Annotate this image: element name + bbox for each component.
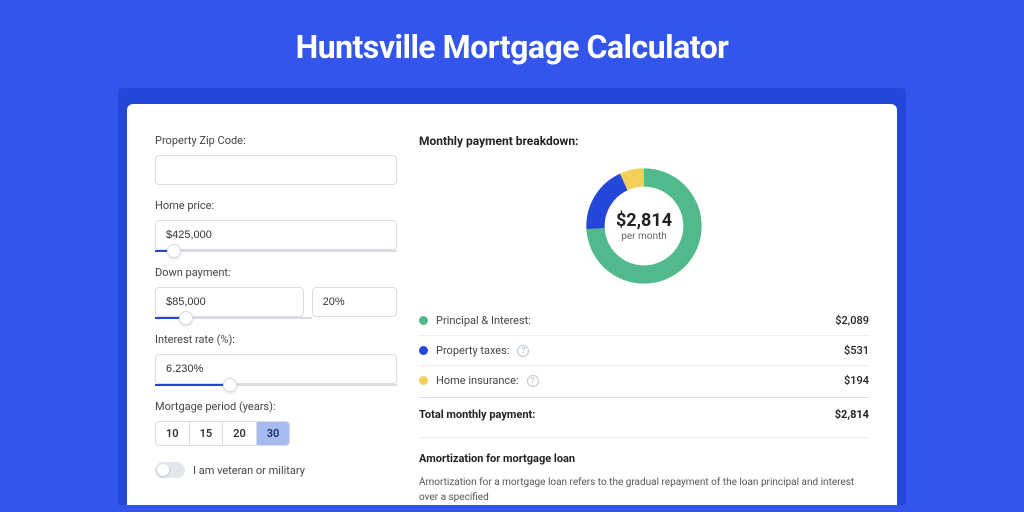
home-price-group: Home price: — [155, 199, 397, 252]
total-label: Total monthly payment: — [419, 408, 535, 421]
period-tab-10[interactable]: 10 — [156, 422, 190, 445]
total-value: $2,814 — [835, 408, 869, 421]
veteran-label: I am veteran or military — [193, 464, 305, 477]
legend-left: Property taxes:? — [419, 344, 529, 357]
legend-row: Principal & Interest: $2,089 — [419, 306, 869, 336]
calculator-card: Property Zip Code: Home price: Down paym… — [127, 104, 897, 505]
down-payment-pct-input[interactable] — [312, 287, 397, 317]
legend-value: $194 — [844, 374, 869, 387]
donut-sub: per month — [621, 231, 667, 242]
home-price-slider[interactable] — [155, 250, 397, 252]
interest-rate-slider[interactable] — [155, 384, 397, 386]
legend-label: Principal & Interest: — [436, 314, 531, 327]
down-payment-slider-thumb[interactable] — [179, 311, 193, 325]
down-payment-label: Down payment: — [155, 266, 397, 279]
legend-value: $2,089 — [835, 314, 869, 327]
zip-field-group: Property Zip Code: — [155, 134, 397, 185]
interest-rate-slider-thumb[interactable] — [223, 378, 237, 392]
legend-left: Home insurance:? — [419, 374, 539, 387]
donut-value: $2,814 — [616, 210, 672, 231]
interest-rate-slider-fill — [155, 384, 230, 386]
period-tab-15[interactable]: 15 — [190, 422, 224, 445]
legend-row: Property taxes:? $531 — [419, 336, 869, 366]
home-price-input[interactable] — [155, 220, 397, 250]
donut-wrap: $2,814 per month — [419, 162, 869, 290]
form-column: Property Zip Code: Home price: Down paym… — [155, 134, 397, 505]
legend-list: Principal & Interest: $2,089 Property taxe… — [419, 306, 869, 395]
amortization-section: Amortization for mortgage loan Amortizat… — [419, 437, 869, 505]
breakdown-column: Monthly payment breakdown: $2,814 per mo… — [419, 134, 869, 505]
period-tab-20[interactable]: 20 — [223, 422, 257, 445]
legend-label: Property taxes: — [436, 344, 509, 357]
down-payment-input[interactable] — [155, 287, 304, 317]
legend-row: Home insurance:? $194 — [419, 366, 869, 395]
legend-dot — [419, 316, 428, 325]
breakdown-heading: Monthly payment breakdown: — [419, 134, 869, 148]
home-price-label: Home price: — [155, 199, 397, 212]
info-icon[interactable]: ? — [517, 345, 529, 357]
interest-rate-label: Interest rate (%): — [155, 333, 397, 346]
amortization-text: Amortization for a mortgage loan refers … — [419, 475, 869, 505]
info-icon[interactable]: ? — [527, 375, 539, 387]
page-title: Huntsville Mortgage Calculator — [0, 0, 1024, 88]
period-group: Mortgage period (years): 10152030 — [155, 400, 397, 446]
interest-rate-group: Interest rate (%): — [155, 333, 397, 386]
legend-label: Home insurance: — [436, 374, 519, 387]
interest-rate-input[interactable] — [155, 354, 397, 384]
legend-value: $531 — [844, 344, 869, 357]
legend-dot — [419, 346, 428, 355]
veteran-row: I am veteran or military — [155, 462, 397, 478]
zip-label: Property Zip Code: — [155, 134, 397, 147]
zip-input[interactable] — [155, 155, 397, 185]
down-payment-slider[interactable] — [155, 317, 312, 319]
donut-chart: $2,814 per month — [580, 162, 708, 290]
home-price-slider-thumb[interactable] — [167, 244, 181, 258]
down-payment-group: Down payment: — [155, 266, 397, 319]
veteran-toggle[interactable] — [155, 462, 185, 478]
amortization-title: Amortization for mortgage loan — [419, 452, 869, 465]
donut-center: $2,814 per month — [580, 162, 708, 290]
period-label: Mortgage period (years): — [155, 400, 397, 413]
total-row: Total monthly payment: $2,814 — [419, 397, 869, 437]
outer-band: Property Zip Code: Home price: Down paym… — [118, 88, 906, 505]
legend-left: Principal & Interest: — [419, 314, 531, 327]
period-tab-30[interactable]: 30 — [257, 422, 290, 445]
legend-dot — [419, 376, 428, 385]
period-tabs: 10152030 — [155, 421, 290, 446]
